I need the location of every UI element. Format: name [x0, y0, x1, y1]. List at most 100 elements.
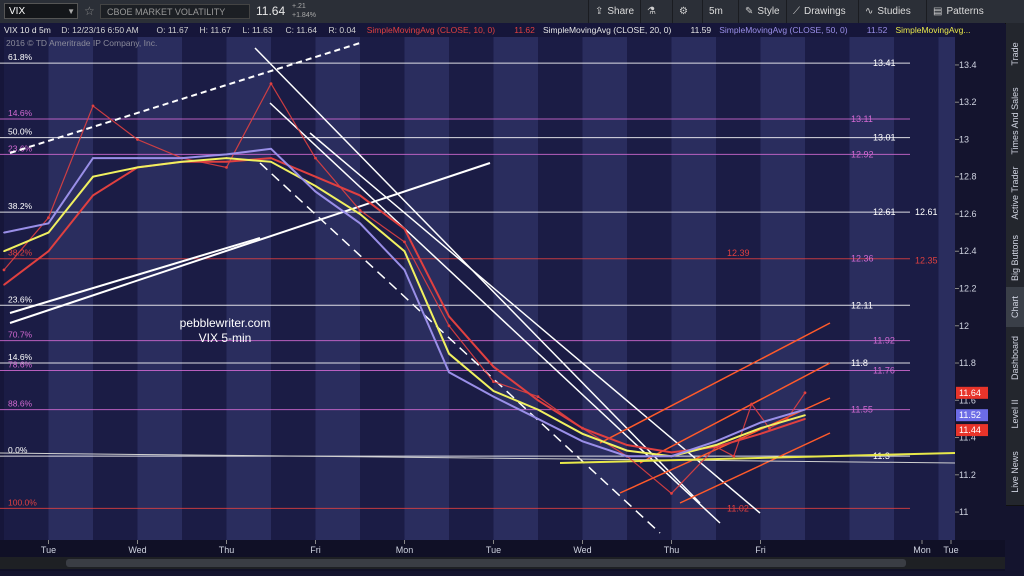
session-band	[894, 37, 939, 540]
tab-active-trader[interactable]: Active Trader	[1006, 157, 1024, 230]
tab-big-buttons[interactable]: Big Buttons	[1006, 229, 1024, 288]
tab-chart[interactable]: Chart	[1006, 287, 1024, 328]
y-tick-label: 12	[959, 321, 969, 331]
flask-button[interactable]: ⚗	[640, 0, 672, 23]
data-point	[670, 492, 673, 495]
y-tick-label: 11.8	[959, 358, 976, 368]
y-tick-label: 13.2	[959, 97, 977, 107]
x-tick-label: Fri	[310, 545, 321, 555]
legend-item: 11.62	[514, 25, 535, 35]
data-point	[3, 284, 5, 286]
fib-label: 50.0%	[8, 127, 33, 137]
patterns-button[interactable]: ▤ Patterns	[926, 0, 1024, 23]
share-button[interactable]: ⇪ Share	[588, 0, 640, 23]
session-band	[671, 37, 716, 540]
level-price-label: 12.11	[851, 300, 873, 310]
copyright-text: 2016 © TD Ameritrade IP Company, Inc.	[6, 38, 157, 48]
x-tick-label: Thu	[664, 545, 680, 555]
chart-area[interactable]: VIX 10 d 5m D: 12/23/16 6:50 AM O: 11.67 H:…	[0, 23, 1005, 571]
data-point	[804, 408, 806, 411]
level-price-label: 13.41	[873, 58, 896, 68]
level-price-label: 12.61	[915, 207, 938, 217]
data-point	[670, 451, 673, 454]
price-flag-label: 11.64	[959, 388, 981, 398]
data-point	[91, 104, 95, 108]
symbol-description: CBOE MARKET VOLATILITY INDEX	[100, 4, 250, 32]
session-band	[271, 37, 316, 540]
price-chart[interactable]: VIX 10 d 5m D: 12/23/16 6:50 AM O: 11.67 H:…	[0, 23, 1005, 571]
watermark-text: pebblewriter.com	[180, 316, 271, 330]
x-tick-label: Mon	[913, 545, 931, 555]
session-band	[315, 37, 360, 540]
data-point	[804, 414, 806, 417]
x-tick-label: Tue	[943, 545, 958, 555]
data-point	[403, 228, 406, 230]
data-point	[537, 399, 539, 402]
timeframe-button[interactable]: 5m	[702, 0, 738, 23]
y-tick-label: 11.2	[959, 470, 976, 480]
x-tick-label: Wed	[128, 545, 146, 555]
drawings-button[interactable]: ⟋ Drawings	[786, 0, 858, 23]
session-band	[226, 37, 271, 540]
watermark-text: VIX 5-min	[199, 331, 252, 345]
tab-level-ii[interactable]: Level II	[1006, 389, 1024, 440]
timeframe-label: 5m	[709, 6, 723, 17]
style-button[interactable]: ✎ Style	[738, 0, 786, 23]
data-point	[715, 440, 717, 443]
tab-live-news[interactable]: Live News	[1006, 439, 1024, 506]
fib-label: 23.6%	[8, 294, 33, 304]
level-price-label: 12.61	[873, 207, 896, 217]
tab-dashboard[interactable]: Dashboard	[1006, 327, 1024, 390]
legend-item: O: 11.67	[157, 25, 189, 35]
price-flag-label: 11.44	[959, 425, 981, 435]
tab-trade[interactable]: Trade	[1006, 23, 1024, 86]
patterns-icon: ▤	[933, 6, 943, 17]
data-point	[492, 380, 495, 383]
data-point	[92, 157, 94, 159]
star-icon[interactable]: ☆	[84, 4, 95, 18]
data-point	[759, 421, 762, 424]
symbol-text: VIX	[9, 6, 26, 17]
last-price: 11.64	[256, 4, 286, 18]
data-point	[448, 352, 450, 355]
price-flag-label: 11.52	[959, 410, 981, 420]
data-point	[47, 216, 50, 220]
data-point	[732, 454, 736, 458]
data-point	[270, 161, 272, 163]
data-point	[314, 175, 317, 178]
data-point	[92, 194, 94, 197]
level-price-label: 13.01	[873, 133, 896, 143]
session-band	[716, 37, 761, 540]
change-value: +.21	[292, 3, 306, 10]
legend-item: D: 12/23/16 6:50 AM	[61, 25, 139, 35]
session-band	[582, 37, 627, 540]
level-price-label: 11.8	[851, 358, 868, 368]
data-point	[581, 433, 584, 435]
x-tick-label: Tue	[41, 545, 56, 555]
tab-label: Dashboard	[1010, 335, 1020, 381]
data-point	[670, 455, 673, 458]
chevron-down-icon[interactable]: ▼	[67, 4, 75, 20]
tab-label: Active Trader	[1010, 166, 1020, 220]
tab-label: Chart	[1010, 295, 1020, 319]
session-band	[805, 37, 850, 540]
settings-button[interactable]: ⚙	[672, 0, 702, 23]
session-band	[404, 37, 449, 540]
data-point	[537, 418, 539, 420]
legend-item: VIX 10 d 5m	[4, 25, 51, 35]
studies-button[interactable]: ∿ Studies	[858, 0, 926, 23]
fib-label: 14.6%	[8, 108, 33, 118]
data-point	[47, 222, 50, 225]
toolbar: VIX ▼ ☆ CBOE MARKET VOLATILITY INDEX 11.6…	[0, 0, 1024, 32]
tab-label: Big Buttons	[1010, 234, 1020, 282]
data-point	[759, 427, 762, 430]
symbol-selector[interactable]: VIX ▼	[4, 3, 78, 19]
legend-item: 11.59	[691, 25, 712, 35]
data-point	[715, 444, 717, 446]
session-band	[627, 37, 672, 540]
level-price-label: 13.11	[851, 114, 873, 124]
y-tick-label: 13.4	[959, 60, 977, 70]
level-price-label: 11.55	[851, 405, 873, 415]
data-point	[537, 408, 539, 411]
tab-times-and-sales[interactable]: Times And Sales	[1006, 85, 1024, 158]
